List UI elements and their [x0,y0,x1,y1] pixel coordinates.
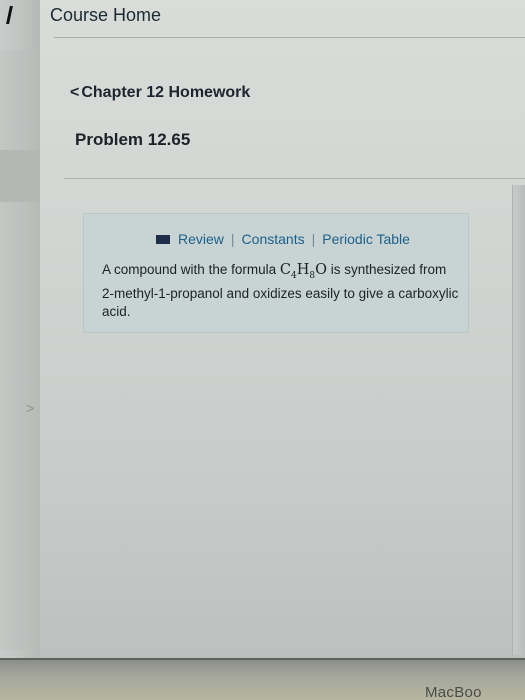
chapter-back-link[interactable]: < Chapter 12 Homework [70,84,250,102]
chemical-formula: C4H8O [279,262,327,281]
sidebar-expand-chevron-icon[interactable]: > [26,400,34,416]
link-separator: | [230,231,235,247]
book-icon [156,234,170,244]
course-home-link[interactable]: Course Home [50,5,161,26]
formula-c: C [279,262,291,278]
header-divider [54,37,525,38]
bezel-mark [6,6,23,24]
problem-description: A compound with the formula C4H8O is syn… [102,261,462,321]
right-panel-edge [512,185,525,655]
chevron-left-icon: < [70,84,80,101]
formula-o: O [315,262,327,278]
chapter-link-label: Chapter 12 Homework [81,84,251,101]
main-content: Course Home < Chapter 12 Homework Problem… [40,0,525,660]
review-link[interactable]: Review [178,231,224,247]
problem-title: Problem 12.65 [75,130,191,149]
formula-h: H [296,262,310,278]
device-label: MacBoo [425,684,482,700]
problem-info-box: Review | Constants | Periodic Table A compou… [83,213,469,333]
description-text-before: A compound with the formula [102,262,280,277]
sidebar-highlight [0,150,40,202]
resource-links: Review | Constants | Periodic Table [156,231,410,247]
link-separator: | [311,231,316,247]
periodic-table-link[interactable]: Periodic Table [322,231,410,247]
constants-link[interactable]: Constants [242,231,305,247]
left-sidebar [0,50,40,650]
screen-photo: > Course Home < Chapter 12 Homework Probl… [0,0,525,700]
problem-divider [64,178,525,179]
